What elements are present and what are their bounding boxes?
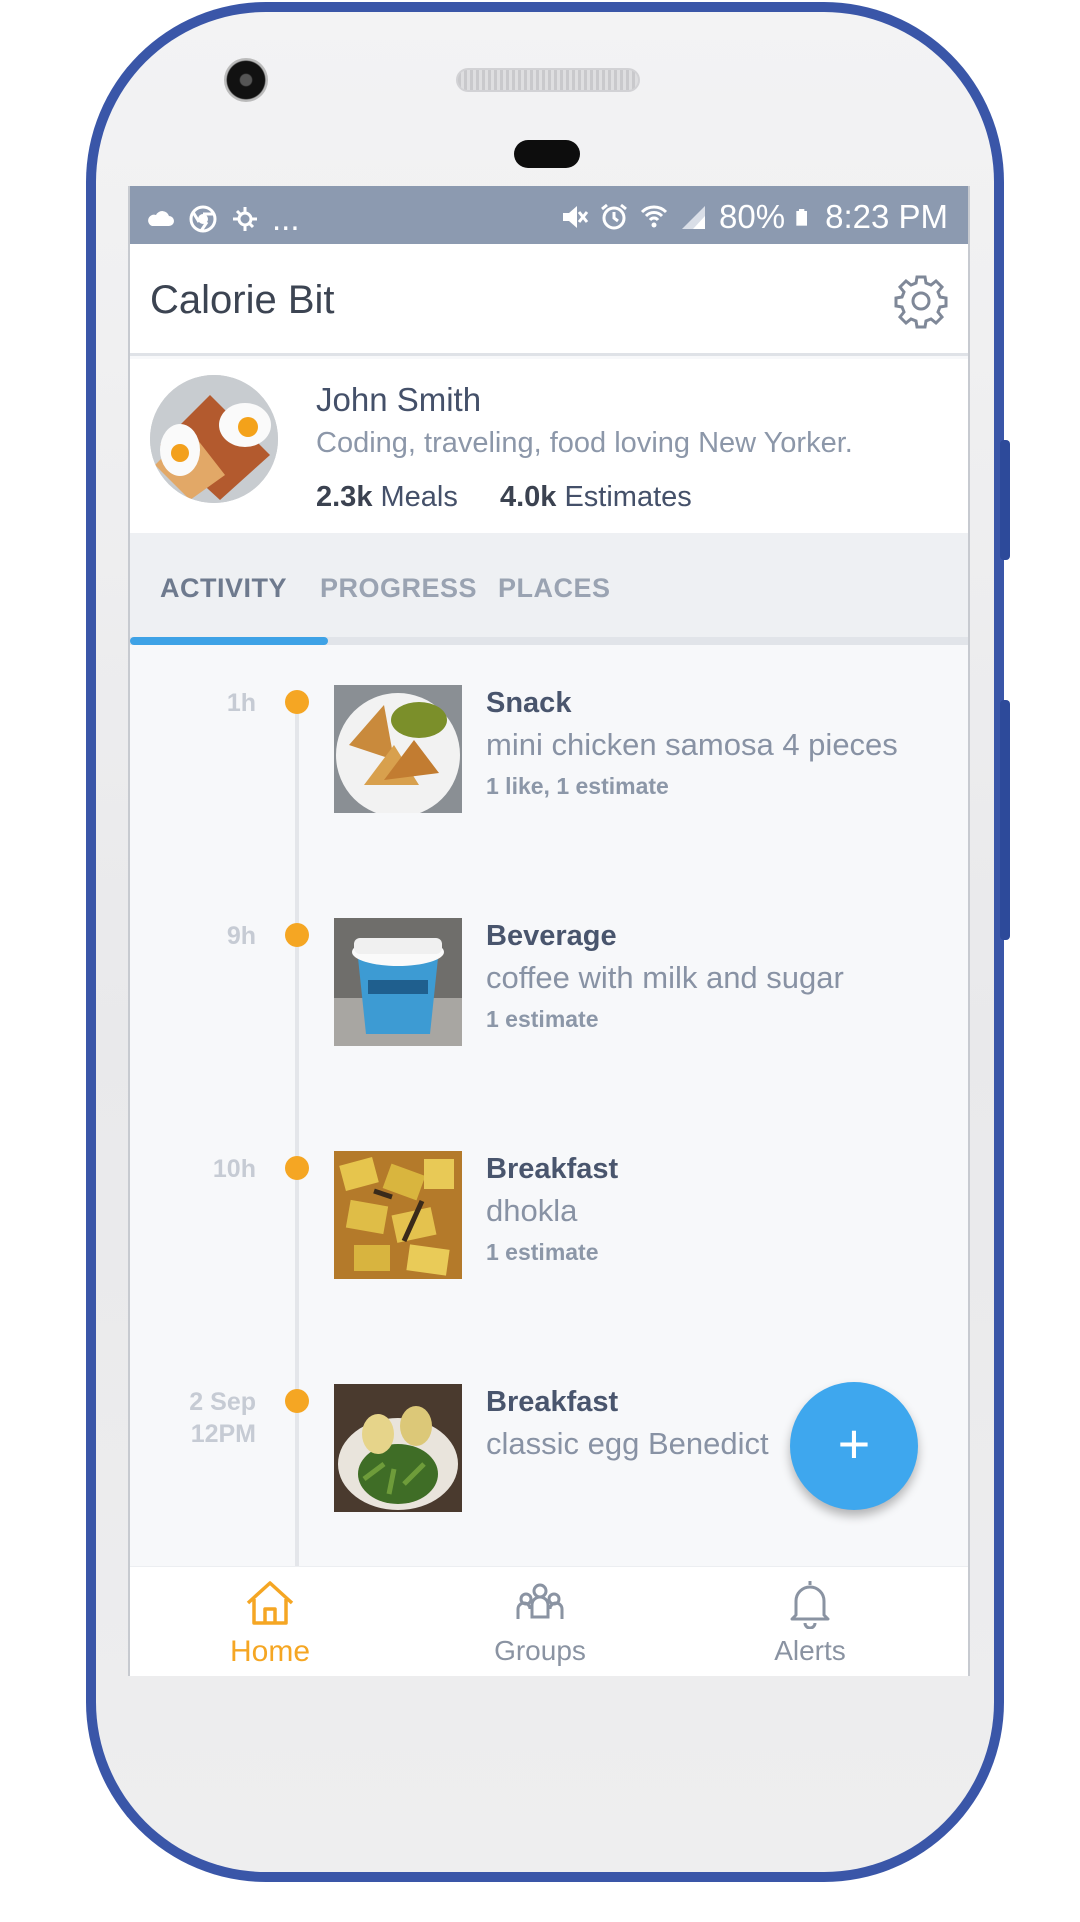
tab-indicator <box>130 637 328 645</box>
cloud-icon <box>148 211 174 226</box>
estimates-count: 4.0k <box>499 481 557 513</box>
nav-home-label: Home <box>229 1635 311 1668</box>
entry-description: mini chicken samosa 4 pieces <box>486 727 898 762</box>
entry-hour: 12PM <box>190 1420 256 1448</box>
entry-category: Breakfast <box>486 1153 619 1185</box>
sync-icon <box>233 207 257 231</box>
entry-photo[interactable] <box>334 1151 462 1279</box>
nav-home[interactable]: Home <box>180 1577 360 1669</box>
entry-time: 1h <box>226 689 256 717</box>
status-overflow: ... <box>272 200 300 237</box>
clock: 8:23 PM <box>825 198 948 235</box>
entry-time: 10h <box>212 1155 256 1183</box>
meals-stat[interactable]: 2.3k Meals <box>316 481 458 514</box>
nav-groups[interactable]: Groups <box>450 1577 630 1667</box>
timeline-dot <box>285 1156 309 1180</box>
tab-bar: ACTIVITY PROGRESS PLACES <box>130 533 968 645</box>
profile-stats: 2.3k Meals 4.0k Estimates <box>316 481 726 514</box>
screen: ... 80% 8:23 PM Calorie Bit John Smith C… <box>128 186 970 1676</box>
tab-places[interactable]: PLACES <box>498 573 611 604</box>
proximity-sensor <box>514 140 580 168</box>
timeline-dot <box>285 923 309 947</box>
tab-activity[interactable]: ACTIVITY <box>160 573 287 604</box>
home-icon <box>246 1581 294 1625</box>
profile-name: John Smith <box>316 381 482 418</box>
entry-photo[interactable] <box>334 685 462 813</box>
entry-description: dhokla <box>486 1193 578 1228</box>
earpiece-speaker <box>456 68 640 92</box>
coffee-cup-image <box>334 918 462 1046</box>
entry-photo[interactable] <box>334 918 462 1046</box>
entry-meta: 1 estimate <box>486 1006 599 1032</box>
meals-count: 2.3k <box>316 481 373 513</box>
alarm-icon <box>601 203 627 230</box>
nav-alerts[interactable]: Alerts <box>720 1577 900 1667</box>
nav-alerts-label: Alerts <box>774 1635 846 1666</box>
tab-progress[interactable]: PROGRESS <box>320 573 477 604</box>
profile-header: John Smith Coding, traveling, food lovin… <box>130 359 968 533</box>
status-bar: ... 80% 8:23 PM <box>130 186 968 244</box>
avatar[interactable] <box>150 375 278 503</box>
profile-bio: Coding, traveling, food loving New Yorke… <box>316 427 853 459</box>
mute-icon <box>563 206 589 228</box>
app-title: Calorie Bit <box>150 278 335 322</box>
estimates-label: Estimates <box>564 481 692 513</box>
entry-date: 2 Sep <box>189 1388 256 1416</box>
egg-benedict-image <box>334 1384 462 1512</box>
meals-label: Meals <box>380 481 458 513</box>
entry-time: 9h <box>226 922 256 950</box>
add-meal-fab[interactable]: + <box>790 1382 918 1510</box>
entry-category: Beverage <box>486 920 617 952</box>
bell-icon <box>790 1581 830 1629</box>
entry-description: classic egg Benedict <box>486 1426 769 1461</box>
wifi-icon <box>640 205 668 228</box>
bottom-navigation: Home Groups Alerts <box>130 1566 968 1676</box>
entry-meta: 1 like, 1 estimate <box>486 773 669 799</box>
entry-time: 2 Sep 12PM <box>150 1386 256 1450</box>
signal-icon <box>682 206 706 229</box>
entry-meta: 1 estimate <box>486 1239 599 1265</box>
settings-gear-icon[interactable] <box>892 272 950 330</box>
groups-icon <box>516 1583 564 1619</box>
feed-entry-beverage[interactable]: 9h Beverage coffee with milk and sugar 1… <box>130 918 968 1058</box>
estimates-stat[interactable]: 4.0k Estimates <box>500 481 692 514</box>
timeline-dot <box>285 690 309 714</box>
nav-groups-label: Groups <box>494 1635 586 1666</box>
entry-category: Snack <box>486 687 572 719</box>
chrome-icon <box>189 205 217 233</box>
power-button <box>1000 440 1010 560</box>
app-bar: Calorie Bit <box>130 244 968 356</box>
timeline-dot <box>285 1389 309 1413</box>
entry-description: coffee with milk and sugar <box>486 960 844 995</box>
feed-entry-breakfast-dhokla[interactable]: 10h Breakfast dhokla 1 estimate <box>130 1151 968 1291</box>
avatar-food-image <box>150 375 278 503</box>
battery-percent: 80% <box>719 198 786 235</box>
entry-category: Breakfast <box>486 1386 619 1418</box>
dhokla-image <box>334 1151 462 1279</box>
entry-photo[interactable] <box>334 1384 462 1512</box>
feed-entry-snack[interactable]: 1h Snack mini chicken samosa 4 pieces 1 … <box>130 685 968 825</box>
battery-icon <box>796 209 808 226</box>
front-camera <box>224 58 268 102</box>
samosa-image <box>334 685 462 813</box>
volume-button <box>1000 700 1010 940</box>
